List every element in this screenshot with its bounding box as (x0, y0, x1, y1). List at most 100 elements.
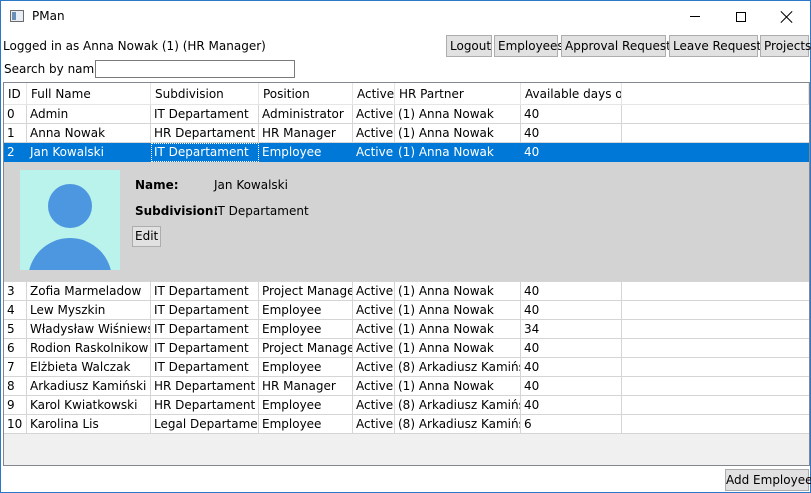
cell-subdivision[interactable]: IT Departament (151, 105, 259, 124)
table-row[interactable]: 7 Elżbieta Walczak IT Departament Employee A… (4, 358, 809, 377)
cell-subdivision[interactable]: HR Departament (151, 396, 259, 415)
cell-subdivision[interactable]: IT Departament (151, 282, 259, 301)
search-input[interactable] (95, 60, 295, 78)
cell-hr-partner[interactable]: (8) Arkadiusz Kamiński (395, 415, 521, 434)
cell-active[interactable]: Active (353, 377, 395, 396)
cell-full-name[interactable]: Władysław Wiśniewski (27, 320, 151, 339)
cell-active[interactable]: Active (353, 282, 395, 301)
cell-position[interactable]: HR Manager (259, 377, 353, 396)
cell-position[interactable]: Employee (259, 396, 353, 415)
column-header-days-off[interactable]: Available days off (521, 83, 622, 104)
cell-days-off[interactable]: 34 (521, 320, 622, 339)
cell-active[interactable]: Active (353, 358, 395, 377)
cell-active[interactable]: Active (353, 105, 395, 124)
cell-id[interactable]: 5 (4, 320, 27, 339)
cell-id[interactable]: 10 (4, 415, 27, 434)
cell-id[interactable]: 9 (4, 396, 27, 415)
cell-id[interactable]: 7 (4, 358, 27, 377)
cell-position[interactable]: Employee (259, 320, 353, 339)
cell-hr-partner[interactable]: (1) Anna Nowak (395, 339, 521, 358)
table-row[interactable]: 1 Anna Nowak HR Departament HR Manager Activ… (4, 124, 809, 143)
cell-full-name[interactable]: Arkadiusz Kamiński (27, 377, 151, 396)
cell-subdivision[interactable]: Legal Departament (151, 415, 259, 434)
cell-active[interactable]: Active (353, 320, 395, 339)
cell-full-name[interactable]: Elżbieta Walczak (27, 358, 151, 377)
cell-days-off[interactable]: 40 (521, 124, 622, 143)
leave-requests-button[interactable]: Leave Requests (669, 35, 768, 57)
cell-id[interactable]: 2 (4, 143, 27, 162)
cell-days-off[interactable]: 40 (521, 358, 622, 377)
cell-hr-partner[interactable]: (1) Anna Nowak (395, 282, 521, 301)
cell-full-name[interactable]: Zofia Marmeladow (27, 282, 151, 301)
cell-subdivision[interactable]: HR Departament (151, 377, 259, 396)
cell-full-name[interactable]: Karolina Lis (27, 415, 151, 434)
column-header-active[interactable]: Active (353, 83, 395, 104)
table-row[interactable]: 5 Władysław Wiśniewski IT Departament Emplo… (4, 320, 809, 339)
employees-grid[interactable]: ID Full Name Subdivision Position Active… (3, 82, 810, 466)
cell-position[interactable]: Administrator (259, 105, 353, 124)
cell-position[interactable]: Employee (259, 301, 353, 320)
cell-days-off[interactable]: 40 (521, 301, 622, 320)
cell-id[interactable]: 3 (4, 282, 27, 301)
cell-id[interactable]: 1 (4, 124, 27, 143)
cell-full-name[interactable]: Jan Kowalski (27, 143, 151, 162)
table-row[interactable]: 10 Karolina Lis Legal Departament Employee A… (4, 415, 809, 434)
cell-position[interactable]: Project Manager (259, 282, 353, 301)
employees-button[interactable]: Employees (494, 35, 564, 57)
cell-hr-partner[interactable]: (1) Anna Nowak (395, 143, 521, 162)
table-row[interactable]: 0 Admin IT Departament Administrator Active(… (4, 105, 809, 124)
cell-subdivision[interactable]: IT Departament (151, 143, 259, 162)
table-row[interactable]: 6 Rodion Raskolnikow IT Departament Project… (4, 339, 809, 358)
cell-position[interactable]: Project Manager (259, 339, 353, 358)
cell-active[interactable]: Active (353, 143, 395, 162)
cell-active[interactable]: Active (353, 415, 395, 434)
cell-active[interactable]: Active (353, 396, 395, 415)
cell-days-off[interactable]: 40 (521, 339, 622, 358)
edit-button[interactable]: Edit (132, 226, 162, 247)
cell-full-name[interactable]: Karol Kwiatkowski (27, 396, 151, 415)
column-header-full-name[interactable]: Full Name (27, 83, 151, 104)
logout-button[interactable]: Logout (446, 35, 492, 57)
table-row[interactable]: 4 Lew Myszkin IT Departament Employee Active… (4, 301, 809, 320)
cell-subdivision[interactable]: IT Departament (151, 320, 259, 339)
cell-subdivision[interactable]: IT Departament (151, 339, 259, 358)
cell-full-name[interactable]: Anna Nowak (27, 124, 151, 143)
cell-position[interactable]: HR Manager (259, 124, 353, 143)
cell-days-off[interactable]: 40 (521, 282, 622, 301)
cell-days-off[interactable]: 40 (521, 396, 622, 415)
cell-position[interactable]: Employee (259, 358, 353, 377)
column-header-position[interactable]: Position (259, 83, 353, 104)
cell-id[interactable]: 8 (4, 377, 27, 396)
table-row[interactable]: 9 Karol Kwiatkowski HR Departament Employee… (4, 396, 809, 415)
cell-active[interactable]: Active (353, 301, 395, 320)
cell-hr-partner[interactable]: (1) Anna Nowak (395, 105, 521, 124)
table-row-selected[interactable]: 2 Jan Kowalski IT Departament Employee Activ… (4, 143, 809, 162)
cell-position[interactable]: Employee (259, 143, 353, 162)
cell-position[interactable]: Employee (259, 415, 353, 434)
cell-days-off[interactable]: 40 (521, 377, 622, 396)
cell-active[interactable]: Active (353, 339, 395, 358)
cell-hr-partner[interactable]: (1) Anna Nowak (395, 377, 521, 396)
cell-days-off[interactable]: 40 (521, 105, 622, 124)
column-header-hr-partner[interactable]: HR Partner (395, 83, 521, 104)
title-bar[interactable]: PMan (1, 1, 810, 32)
cell-days-off[interactable]: 40 (521, 143, 622, 162)
cell-id[interactable]: 4 (4, 301, 27, 320)
cell-subdivision[interactable]: IT Departament (151, 358, 259, 377)
cell-full-name[interactable]: Lew Myszkin (27, 301, 151, 320)
cell-id[interactable]: 6 (4, 339, 27, 358)
cell-hr-partner[interactable]: (1) Anna Nowak (395, 301, 521, 320)
approval-requests-button[interactable]: Approval Requests (561, 35, 677, 57)
cell-hr-partner[interactable]: (8) Arkadiusz Kamiński (395, 358, 521, 377)
add-employee-button[interactable]: Add Employee (725, 469, 811, 491)
cell-days-off[interactable]: 6 (521, 415, 622, 434)
column-header-subdivision[interactable]: Subdivision (151, 83, 259, 104)
cell-subdivision[interactable]: HR Departament (151, 124, 259, 143)
cell-full-name[interactable]: Rodion Raskolnikow (27, 339, 151, 358)
cell-subdivision[interactable]: IT Departament (151, 301, 259, 320)
cell-active[interactable]: Active (353, 124, 395, 143)
close-button[interactable] (764, 1, 810, 32)
cell-full-name[interactable]: Admin (27, 105, 151, 124)
maximize-button[interactable] (718, 1, 764, 32)
cell-hr-partner[interactable]: (1) Anna Nowak (395, 124, 521, 143)
